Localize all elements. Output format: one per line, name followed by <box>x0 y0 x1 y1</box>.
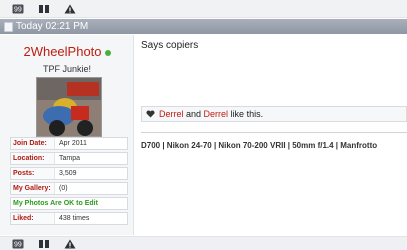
online-status-icon <box>104 50 111 57</box>
likes-conjunction: and <box>183 109 204 119</box>
quote-icon[interactable]: 99 <box>12 239 24 249</box>
user-info-table: Join Date: Apr 2011 Location: Tampa Post… <box>10 137 128 227</box>
avatar[interactable] <box>36 77 102 137</box>
liker-link[interactable]: Derrel <box>204 109 229 119</box>
info-row-location: Location: Tampa <box>10 152 128 165</box>
report-icon[interactable] <box>38 239 50 249</box>
report-icon[interactable] <box>38 4 50 14</box>
warning-icon[interactable] <box>64 239 76 249</box>
document-icon <box>4 21 13 32</box>
warning-icon[interactable] <box>64 4 76 14</box>
post-date-bar: Today 02:21 PM <box>0 19 407 34</box>
info-value: Apr 2011 <box>59 140 87 147</box>
info-row-posts: Posts: 3,509 <box>10 167 128 180</box>
info-label: Join Date: <box>11 138 55 149</box>
info-row-join-date: Join Date: Apr 2011 <box>10 137 128 150</box>
heart-icon <box>146 110 155 118</box>
signature: D700 | Nikon 24-70 | Nikon 70-200 VRII |… <box>141 141 378 150</box>
info-label: My Gallery: <box>11 183 55 194</box>
info-label: Location: <box>11 153 55 164</box>
info-value: 438 times <box>59 215 90 222</box>
info-row-ok-to-edit: My Photos Are OK to Edit <box>10 197 128 210</box>
quote-icon[interactable]: 99 <box>12 4 24 14</box>
info-label: Liked: <box>11 213 55 224</box>
signature-divider <box>141 132 407 133</box>
user-title: TPF Junkie! <box>42 64 91 74</box>
next-post-toolbar: 99 <box>0 236 407 250</box>
info-row-gallery: My Gallery: (0) <box>10 182 128 195</box>
svg-text:99: 99 <box>14 241 22 248</box>
post-body: Says copiers <box>141 40 199 51</box>
svg-text:99: 99 <box>14 6 22 13</box>
user-info-panel: 2WheelPhoto TPF Junkie! Join Date: Apr 2… <box>0 35 134 235</box>
info-value[interactable]: (0) <box>55 185 68 192</box>
info-label: Posts: <box>11 168 55 179</box>
likes-suffix: like this. <box>228 109 264 119</box>
info-row-liked: Liked: 438 times <box>10 212 128 225</box>
username-row: 2WheelPhoto <box>0 44 134 59</box>
ok-to-edit-link[interactable]: My Photos Are OK to Edit <box>11 200 98 207</box>
post-toolbar: 99 <box>0 0 407 18</box>
likes-bar: Derrel and Derrel like this. <box>141 106 407 122</box>
post-timestamp: Today 02:21 PM <box>16 21 89 32</box>
info-value: Tampa <box>59 155 81 162</box>
info-value: 3,509 <box>59 170 77 177</box>
liker-link[interactable]: Derrel <box>159 109 184 119</box>
username-link[interactable]: 2WheelPhoto <box>23 44 101 59</box>
